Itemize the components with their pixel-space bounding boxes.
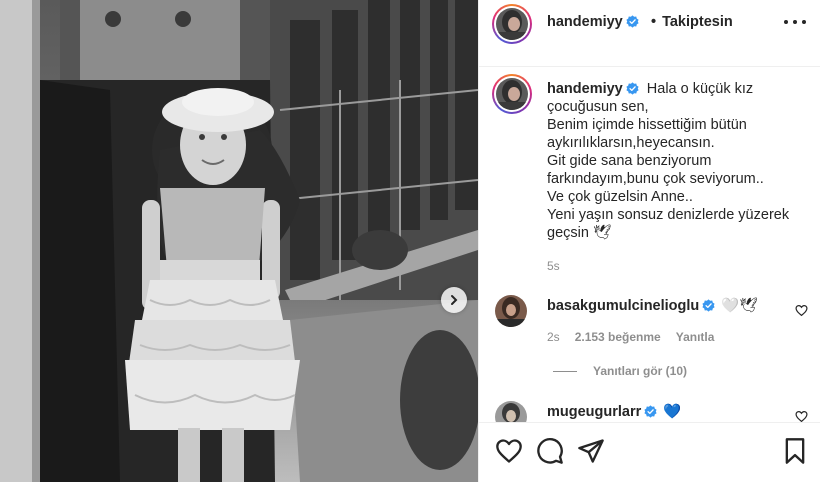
author-username-text[interactable]: handemiyy	[547, 14, 623, 30]
instagram-post: handemiyy • Takiptesin handemiyy Hala o …	[0, 0, 820, 482]
comment-username[interactable]: basakgumulcinelioglu 🤍🕊	[547, 297, 758, 314]
vintage-photo-girl-in-dress	[0, 0, 478, 482]
verified-badge-icon	[702, 299, 715, 312]
view-replies-label[interactable]: Yanıtları gör (10)	[593, 364, 687, 378]
next-photo-button[interactable]	[441, 287, 467, 313]
avatar-image	[496, 8, 528, 40]
avatar-image	[495, 295, 527, 327]
post-side-panel: handemiyy • Takiptesin handemiyy Hala o …	[478, 0, 820, 482]
replies-dash	[553, 370, 577, 372]
caption-line: Yeni yaşın sonsuz denizlerde yüzerek	[547, 207, 790, 223]
author-username[interactable]: handemiyy	[547, 14, 639, 30]
post-actions-bar	[479, 423, 820, 482]
reply-button[interactable]: Yanıtla	[676, 330, 715, 344]
header-divider	[479, 66, 820, 67]
chevron-right-icon	[451, 295, 458, 305]
caption-line: çocuğusun sen,	[547, 99, 649, 115]
heart-icon[interactable]	[495, 437, 523, 465]
author-avatar[interactable]	[492, 4, 532, 44]
caption-line: Ve çok güzelsin Anne..	[547, 189, 693, 205]
comment-likes[interactable]: 2.153 beğenme	[575, 330, 661, 344]
caption-author-avatar[interactable]	[492, 74, 532, 114]
comment-username-text[interactable]: basakgumulcinelioglu	[547, 298, 699, 314]
comment-username[interactable]: mugeugurlarr 💙	[547, 403, 681, 420]
bookmark-icon[interactable]	[781, 437, 809, 465]
avatar-image	[496, 78, 528, 110]
header-bullet: •	[651, 14, 657, 30]
post-photo[interactable]	[0, 0, 478, 482]
following-label[interactable]: Takiptesin	[662, 14, 733, 30]
paper-plane-icon[interactable]	[577, 437, 605, 465]
comment-avatar[interactable]	[495, 295, 527, 327]
caption-username[interactable]: handemiyy	[547, 81, 623, 97]
more-options-icon[interactable]	[784, 12, 806, 32]
verified-badge-icon	[626, 82, 639, 95]
comment-username-text[interactable]: mugeugurlarr	[547, 404, 641, 420]
caption-line: geçsin 🕊	[547, 225, 612, 241]
following-status[interactable]: • Takiptesin	[651, 14, 733, 30]
caption-line: aykırılıklarsın,heyecansın.	[547, 135, 715, 151]
view-replies-button[interactable]: Yanıtları gör (10)	[553, 364, 687, 378]
comment-text: 🤍🕊	[721, 298, 758, 314]
caption-line: farkındayım,bunu çok seviyorum..	[547, 171, 764, 187]
caption-line: Git gide sana benziyorum	[547, 153, 712, 169]
caption-line: Benim içimde hissettiğim bütün	[547, 117, 747, 133]
verified-badge-icon	[626, 15, 639, 28]
post-caption: handemiyy Hala o küçük kız çocuğusun sen…	[547, 80, 809, 273]
like-comment-heart-icon[interactable]	[795, 304, 808, 317]
caption-timestamp[interactable]: 5s	[547, 257, 560, 275]
verified-badge-icon	[644, 405, 657, 418]
comment-icon[interactable]	[536, 437, 564, 465]
caption-line: Hala o küçük kız	[646, 81, 754, 97]
comment-time[interactable]: 2s	[547, 330, 560, 344]
comment-meta: 2s 2.153 beğenme Yanıtla	[547, 330, 714, 344]
comment-text: 💙	[663, 404, 682, 420]
post-header: handemiyy • Takiptesin	[479, 0, 820, 47]
